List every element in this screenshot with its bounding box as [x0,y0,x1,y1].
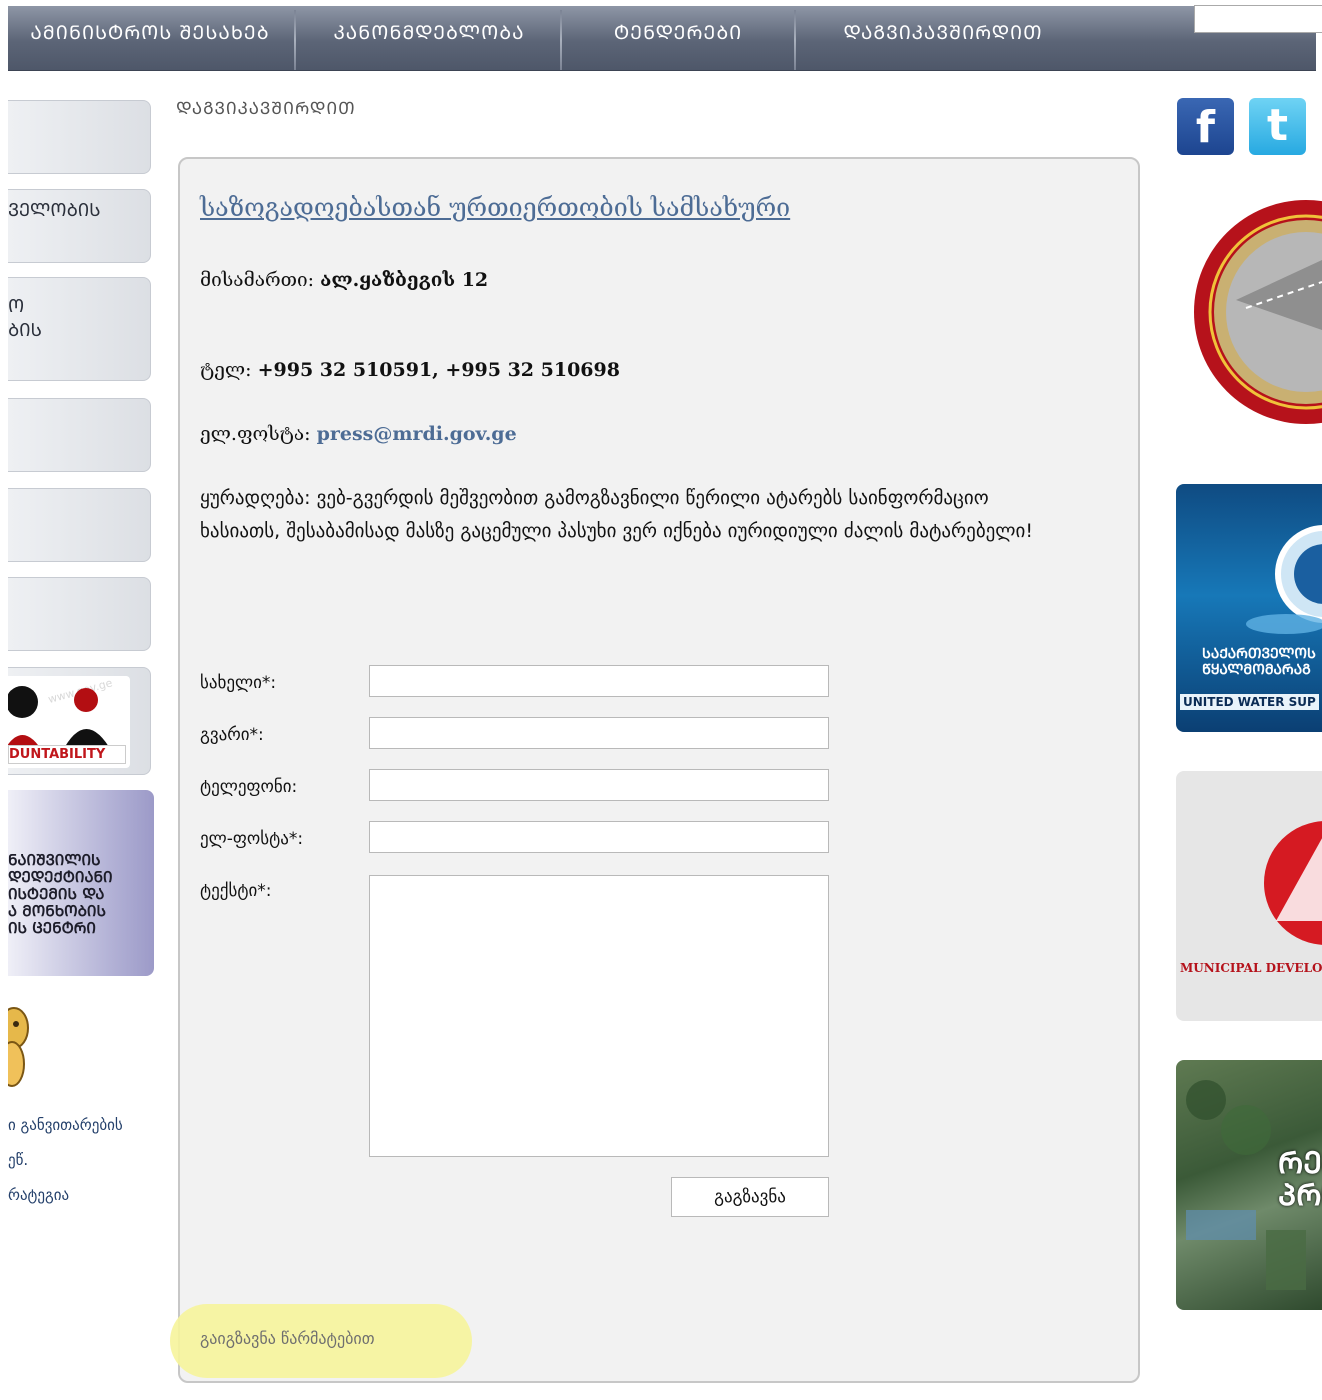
email-input[interactable] [369,821,829,853]
accountability-logo: www.gov.ge DUNTABILITY [8,676,130,768]
phone-label: ტელ: [200,359,252,381]
phone-value: +995 32 510591, +995 32 510698 [257,359,620,381]
accountability-banner[interactable]: www.gov.ge DUNTABILITY [8,667,151,775]
sidebar-tab[interactable] [8,577,151,651]
sidebar-tab[interactable] [8,100,151,174]
surname-input[interactable] [369,717,829,749]
phone-input[interactable] [369,769,829,801]
development-link[interactable]: რატეგია [8,1178,123,1213]
center-banner-line: ᲓᲔᲓᲔᲥᲢᲘᲐᲜᲘ [8,868,113,886]
sidebar-tab[interactable] [8,488,151,562]
water-supply-banner[interactable]: ᲡᲐᲥᲐᲠᲗᲕᲔᲚᲝᲡ ᲬᲧᲐᲚᲛᲝᲛᲐᲠᲐᲒ UNITED WATER SUP [1176,484,1322,732]
send-button[interactable]: გაგზავნა [671,1177,829,1217]
water-drop-logo [1246,525,1322,634]
sidebar-tab[interactable] [8,398,151,472]
contact-panel: საზოგადოებასთან ურთიერთობის სამსახური მი… [170,157,1140,1383]
center-banner-text: ᲜᲐᲘᲨᲕᲘᲚᲘᲡ ᲓᲔᲓᲔᲥᲢᲘᲐᲜᲘ ᲘᲡᲢᲔᲛᲘᲡ ᲓᲐ Ა ᲛᲝᲜᲮᲝᲑ… [8,852,113,937]
surname-label: გვარი*: [200,725,264,745]
email-line: ელ.ფოსტა: press@mrdi.gov.ge [200,423,517,445]
nav-item-about-minister[interactable]: ᲐᲛᲘᲜᲘᲡᲢᲠᲝᲡ ᲨᲔᲡᲐᲮᲔᲑ [8,6,292,71]
success-message: გაიგზავნა წარმატებით [200,1329,375,1348]
address-line: მისამართი: ალ.ყაზბეგის 12 [200,269,488,291]
top-navigation: ᲐᲛᲘᲜᲘᲡᲢᲠᲝᲡ ᲨᲔᲡᲐᲮᲔᲑ ᲙᲐᲜᲝᲜᲛᲓᲔᲑᲚᲝᲑᲐ ᲢᲔᲜᲓᲔᲠᲔ… [8,6,1316,71]
regional-banner-line: ᲞᲠᲝ [1278,1178,1322,1213]
address-value: ალ.ყაზბეგის 12 [320,269,489,291]
notice-text: ყურადღება: ვებ-გვერდის მეშვეობით გამოგზა… [200,487,1033,542]
water-banner-english: UNITED WATER SUP [1180,694,1319,710]
roads-seal-logo [1194,200,1322,424]
twitter-icon[interactable]: t [1249,98,1306,155]
water-banner-line: ᲡᲐᲥᲐᲠᲗᲕᲔᲚᲝᲡ [1202,646,1316,662]
name-label: სახელი*: [200,673,277,693]
breadcrumb: ᲓᲐᲒᲕᲘᲙᲐᲕᲨᲘᲠᲓᲘᲗ [176,99,356,119]
water-banner-line: ᲬᲧᲐᲚᲛᲝᲛᲐᲠᲐᲒ [1202,662,1311,678]
development-link[interactable]: ი განვითარების [8,1108,123,1143]
nav-separator [294,10,296,70]
facebook-icon[interactable]: f [1177,98,1234,155]
development-strategy-block: ი განვითარების ეწ. რატეგია [8,990,154,1212]
center-banner[interactable]: ᲜᲐᲘᲨᲕᲘᲚᲘᲡ ᲓᲔᲓᲔᲥᲢᲘᲐᲜᲘ ᲘᲡᲢᲔᲛᲘᲡ ᲓᲐ Ა ᲛᲝᲜᲮᲝᲑ… [8,790,154,976]
roads-department-banner[interactable] [1176,190,1322,445]
center-banner-line: ᲘᲡᲢᲔᲛᲘᲡ ᲓᲐ [8,885,105,903]
accountability-text: DUNTABILITY [8,745,126,764]
municipal-logo [1264,821,1322,945]
nav-item-contact[interactable]: ᲓᲐᲒᲕᲘᲙᲐᲕᲨᲘᲠᲓᲘᲗ [798,6,1088,71]
center-banner-line: ᲘᲡ ᲪᲔᲜᲢᲠᲘ [8,919,96,937]
center-banner-line: ᲜᲐᲘᲨᲕᲘᲚᲘᲡ [8,851,101,869]
text-label: ტექსტი*: [200,881,272,901]
department-link[interactable]: საზოგადოებასთან ურთიერთობის სამსახური [200,193,790,222]
nav-separator [560,10,562,70]
regional-banner-line: ᲠᲔᲒᲘ [1278,1146,1322,1181]
center-banner-line: Ა ᲛᲝᲜᲮᲝᲑᲘᲡ [8,902,106,920]
sidebar-tab-label: ᲕᲔᲚᲝᲑᲘᲡ [8,200,101,221]
sidebar-tab-label: ᲑᲘᲡ [8,320,43,341]
email-link[interactable]: press@mrdi.gov.ge [317,423,517,445]
development-link[interactable]: ეწ. [8,1143,123,1178]
sidebar-tab[interactable]: Ო ᲑᲘᲡ [8,277,151,381]
regional-program-banner[interactable]: ᲠᲔᲒᲘ ᲞᲠᲝ [1176,1060,1322,1310]
search-input[interactable] [1194,5,1322,33]
email-field-label: ელ-ფოსტა*: [200,829,304,849]
email-label: ელ.ფოსტა: [200,423,311,445]
sidebar-tab-label: Ო [8,296,25,317]
mascot-icon [8,1007,29,1087]
address-label: მისამართი: [200,269,315,291]
message-textarea[interactable] [369,875,829,1157]
phone-line: ტელ: +995 32 510591, +995 32 510698 [200,359,620,381]
nav-item-tenders[interactable]: ᲢᲔᲜᲓᲔᲠᲔᲑᲘ [564,6,792,71]
phone-field-label: ტელეფონი: [200,777,298,797]
sidebar-tab[interactable]: ᲕᲔᲚᲝᲑᲘᲡ [8,189,151,263]
nav-separator [794,10,796,70]
nav-item-legislation[interactable]: ᲙᲐᲜᲝᲜᲛᲓᲔᲑᲚᲝᲑᲐ [298,6,560,71]
municipal-development-banner[interactable]: MUNICIPAL DEVELO [1176,771,1322,1021]
name-input[interactable] [369,665,829,697]
municipal-banner-english: MUNICIPAL DEVELO [1180,961,1322,975]
